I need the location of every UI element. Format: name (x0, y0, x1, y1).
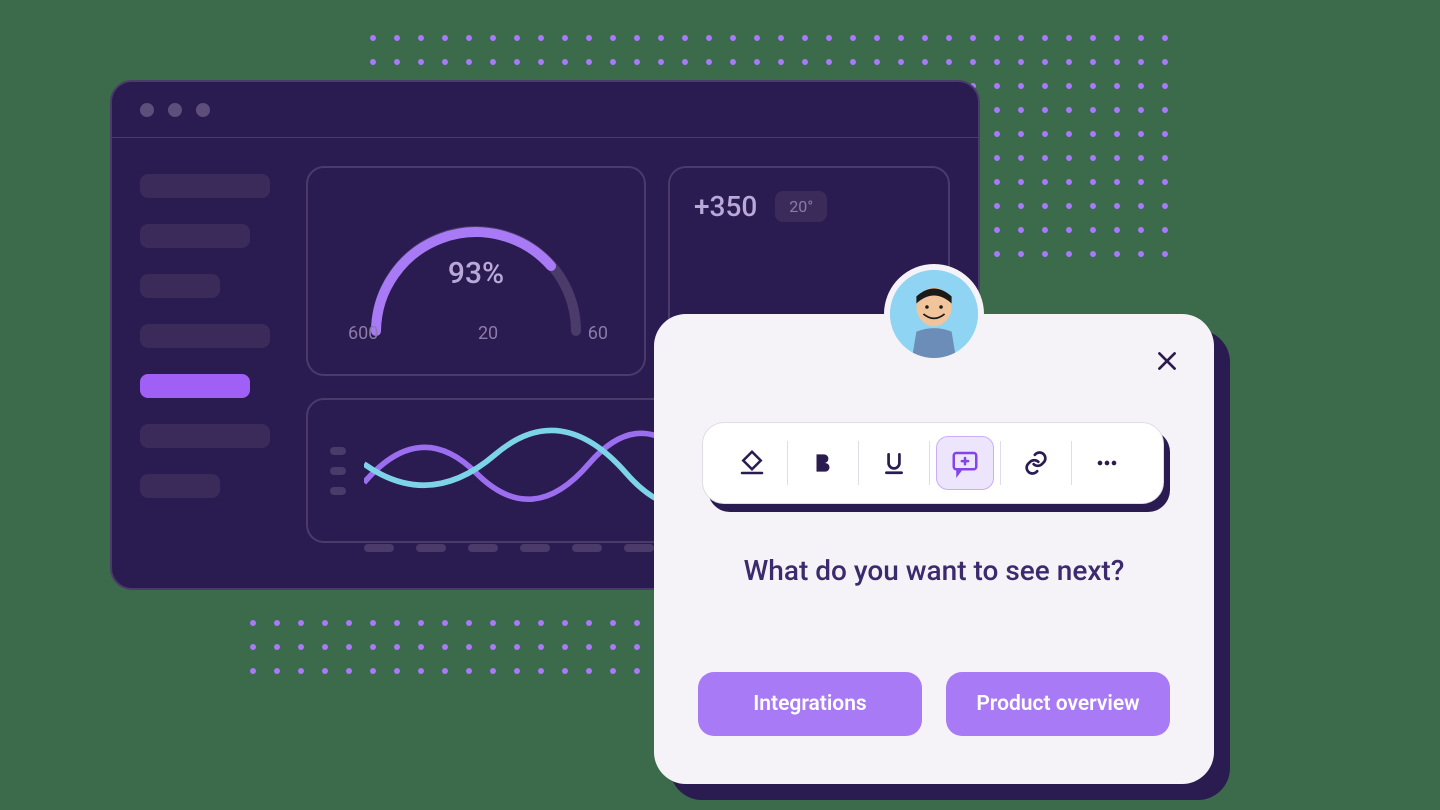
stat-value: +350 (694, 190, 757, 223)
gauge-mid: 20 (478, 323, 498, 344)
sidebar-item-active[interactable] (140, 374, 250, 398)
chart-legend (330, 447, 346, 495)
sidebar-item[interactable] (140, 424, 270, 448)
gauge-labels: 600 20 60 (348, 323, 608, 344)
sidebar-item[interactable] (140, 224, 250, 248)
underline-icon[interactable] (865, 436, 923, 490)
sidebar (112, 138, 302, 588)
sidebar-item[interactable] (140, 274, 220, 298)
window-control-dot[interactable] (168, 103, 182, 117)
sidebar-item[interactable] (140, 324, 270, 348)
integrations-button[interactable]: Integrations (698, 672, 922, 736)
gauge-min: 600 (348, 323, 378, 344)
close-icon[interactable] (1154, 348, 1180, 374)
fill-color-icon[interactable] (723, 436, 781, 490)
window-titlebar (112, 82, 978, 138)
product-overview-button[interactable]: Product overview (946, 672, 1170, 736)
format-toolbar (702, 422, 1164, 504)
popup-prompt: What do you want to see next? (702, 554, 1166, 587)
window-control-dot[interactable] (196, 103, 210, 117)
bold-icon[interactable] (794, 436, 852, 490)
stat-badge: 20° (775, 191, 827, 222)
gauge-value: 93% (448, 256, 504, 291)
window-control-dot[interactable] (140, 103, 154, 117)
more-icon[interactable] (1078, 436, 1136, 490)
gauge-max: 60 (588, 323, 608, 344)
link-icon[interactable] (1007, 436, 1065, 490)
avatar (884, 264, 984, 364)
survey-popup: What do you want to see next? Integratio… (654, 314, 1214, 784)
sidebar-item[interactable] (140, 174, 270, 198)
sidebar-item[interactable] (140, 474, 220, 498)
comment-add-icon[interactable] (936, 436, 994, 490)
gauge-card: 93% 600 20 60 (306, 166, 646, 376)
